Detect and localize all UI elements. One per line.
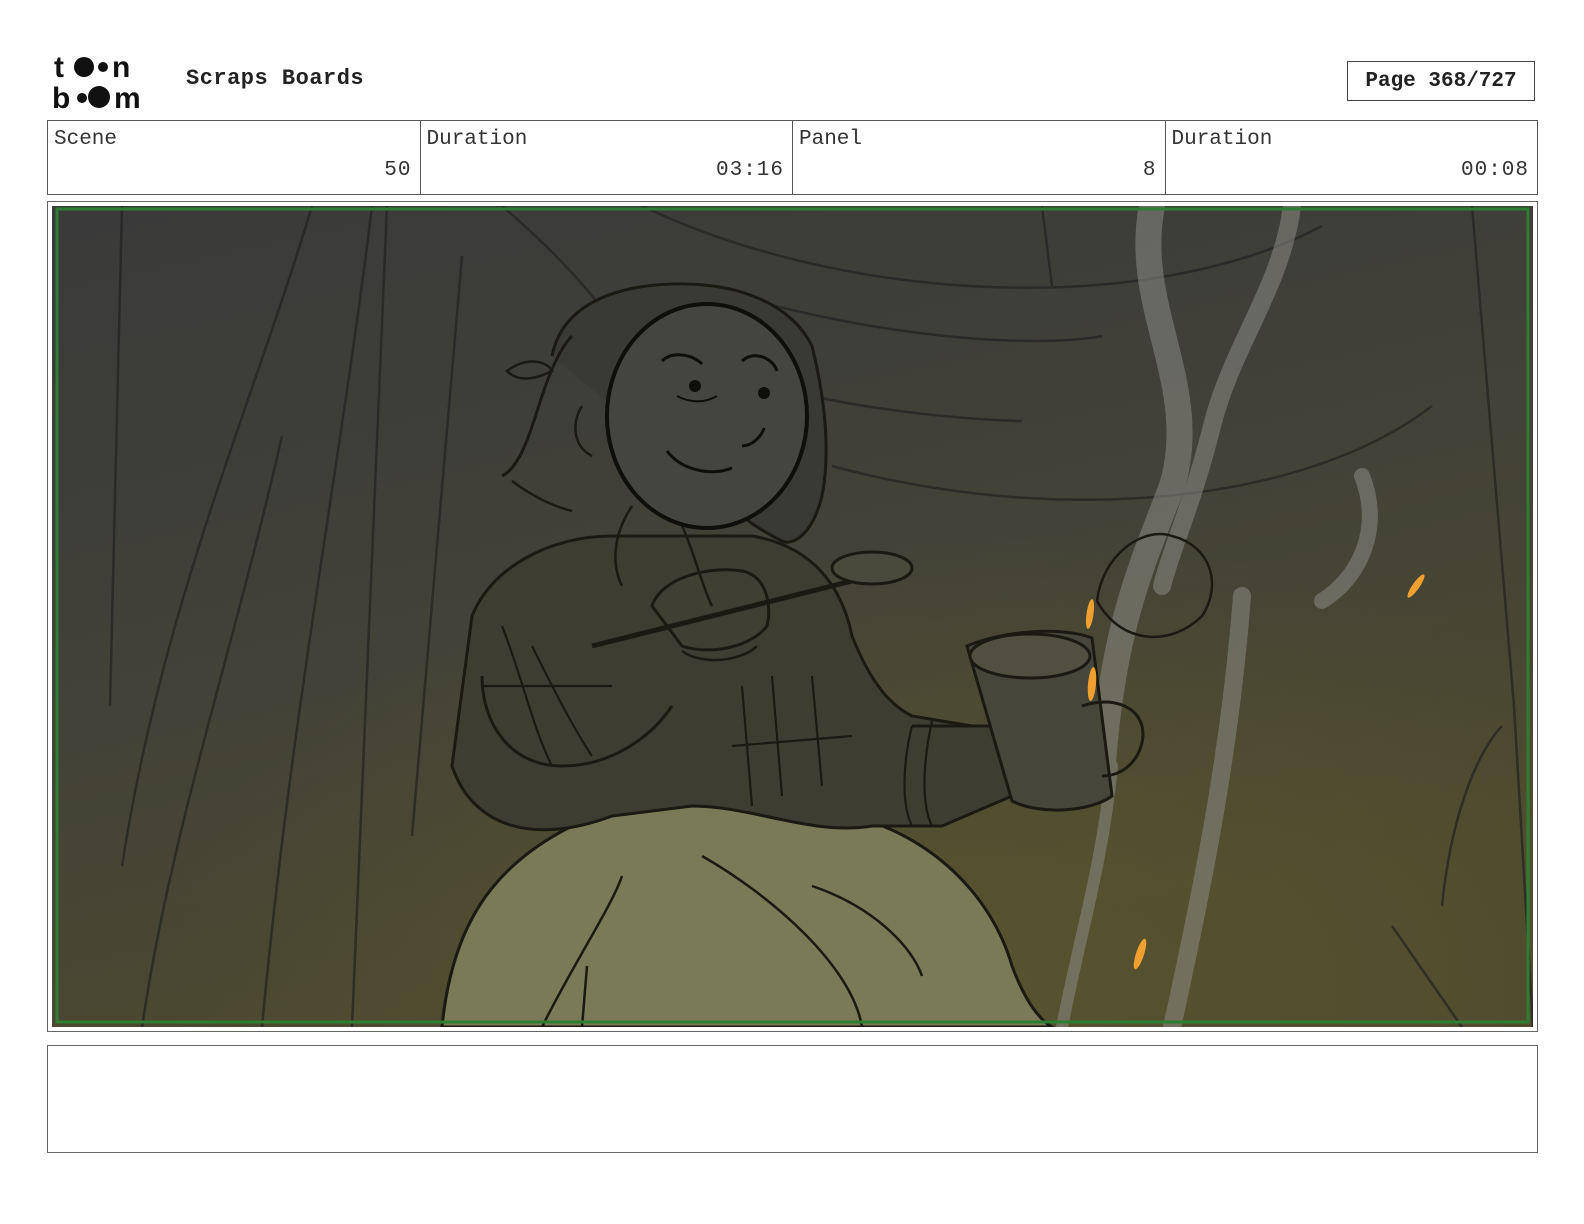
panel-cell: Panel 8 (793, 121, 1166, 194)
storyboard-panel-image (52, 206, 1533, 1027)
svg-text:n: n (112, 51, 130, 84)
scene-cell: Scene 50 (48, 121, 421, 194)
panel-value: 8 (1142, 159, 1157, 182)
svg-text:t: t (54, 51, 64, 84)
scene-duration-value: 03:16 (715, 159, 784, 182)
board-title: Scraps Boards (186, 66, 365, 91)
page-indicator: Page 368/727 (1347, 61, 1535, 101)
scene-duration-label: Duration (426, 128, 528, 151)
toon-boom-logo: t n b m (52, 50, 164, 115)
panel-label: Panel (799, 128, 863, 151)
panel-duration-value: 00:08 (1460, 159, 1529, 182)
svg-text:b: b (52, 82, 70, 112)
scene-label: Scene (54, 128, 118, 151)
panel-duration-cell: Duration 00:08 (1166, 121, 1538, 194)
scene-value: 50 (384, 159, 412, 182)
panel-notes (47, 1045, 1538, 1153)
panel-info-row: Scene 50 Duration 03:16 Panel 8 Duration… (47, 120, 1538, 195)
svg-text:m: m (114, 82, 141, 112)
panel-duration-label: Duration (1171, 128, 1273, 151)
scene-duration-cell: Duration 03:16 (421, 121, 793, 194)
